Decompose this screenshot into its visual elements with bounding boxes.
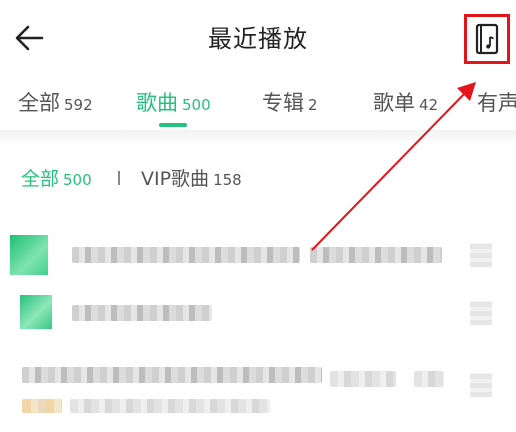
annotation-arrow	[311, 82, 476, 251]
